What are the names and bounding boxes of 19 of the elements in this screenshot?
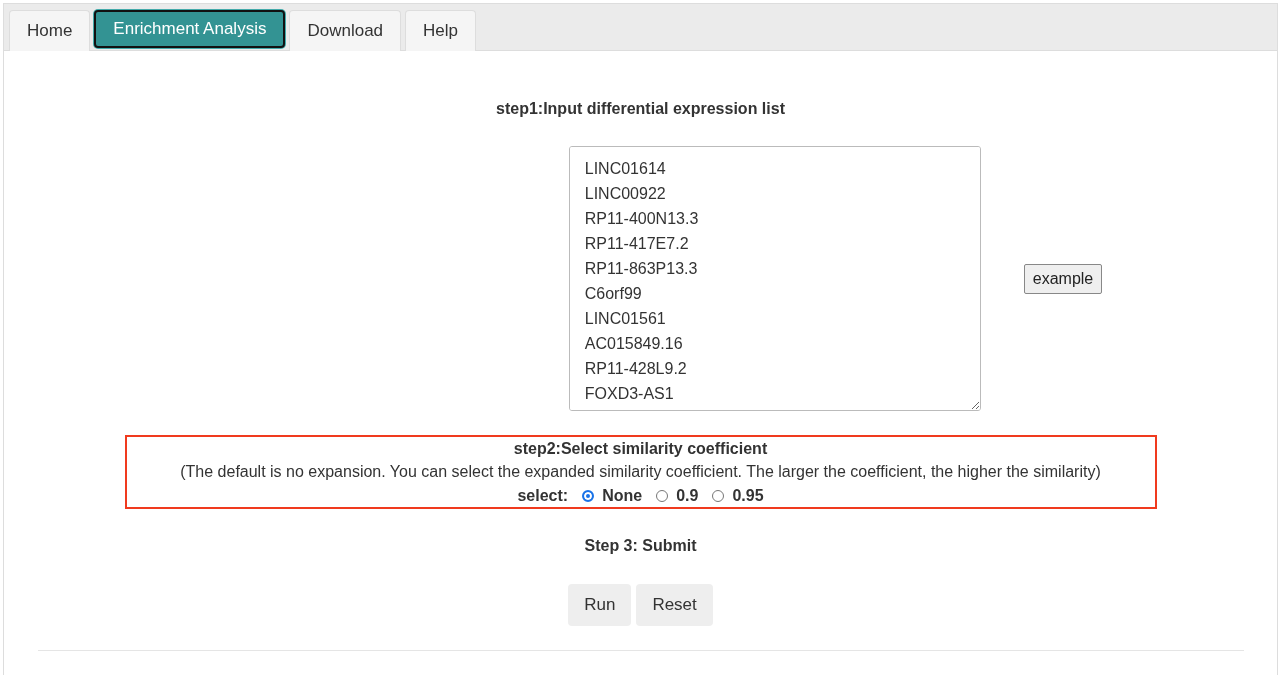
radio-button[interactable] [582, 490, 595, 502]
radio-button[interactable] [656, 490, 669, 502]
nav-tab[interactable]: Enrichment Analysis [94, 10, 286, 48]
option-label[interactable]: None [602, 487, 643, 505]
action-button[interactable]: Run [568, 584, 632, 626]
select-label: select: [517, 487, 569, 505]
option-label[interactable]: 0.95 [732, 487, 764, 505]
action-button[interactable]: Reset [636, 584, 713, 626]
option-label[interactable]: 0.9 [676, 487, 699, 505]
nav-tab[interactable]: Home [9, 10, 91, 51]
step-title: step2:Select similarity coefficient [513, 440, 768, 458]
step-note: (The default is no expansion. You can select the expanded similarity coefficient. The larger the coefficient, the higher the similarity) [180, 463, 1101, 481]
example-button[interactable]: example [1023, 263, 1103, 294]
radio-button[interactable] [712, 490, 725, 502]
step-title: step1:Input differential expression list [496, 100, 785, 118]
nav-tab[interactable]: Help [405, 10, 476, 51]
gene-list-field[interactable]: LINC01614 LINC00922 RP11-400N13.3 RP11-417E7.2 RP11-863P13.3 C6orf99 LINC01561 AC015849.16 RP11-428L9.2 FOXD3-AS1 [568, 146, 981, 411]
step-title: Step 3: Submit [584, 537, 697, 555]
nav-tab[interactable]: Download [289, 10, 402, 51]
